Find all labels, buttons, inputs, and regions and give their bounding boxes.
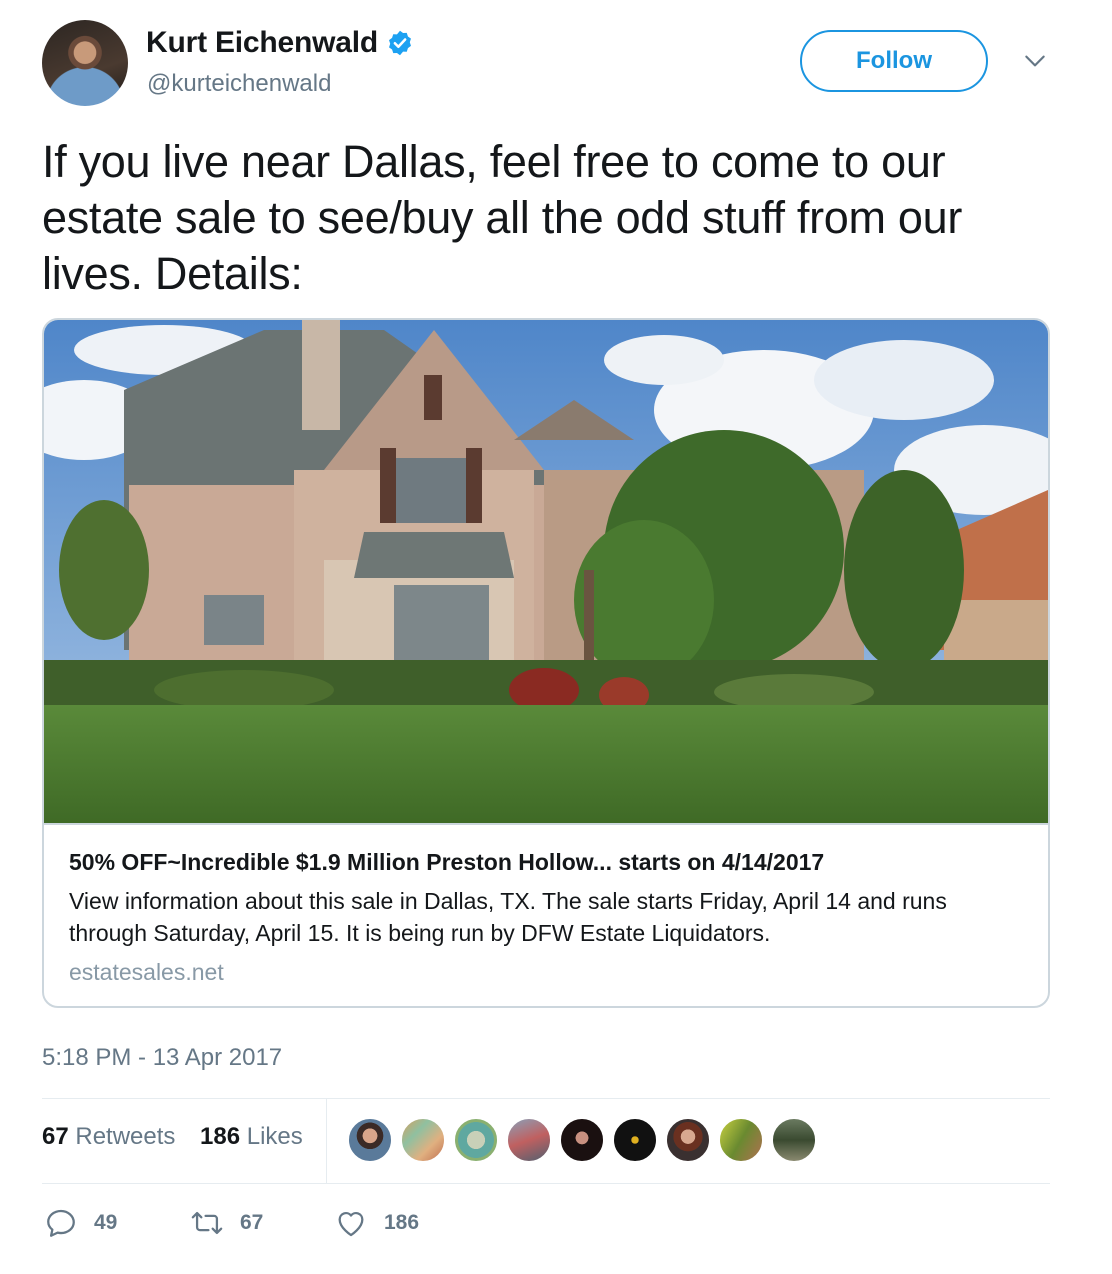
reply-action[interactable]: 49 <box>44 1206 117 1240</box>
author-display-name[interactable]: Kurt Eichenwald <box>146 26 378 60</box>
reply-icon <box>47 1209 75 1237</box>
reply-count: 49 <box>94 1211 118 1234</box>
tweet-text: If you live near Dallas, feel free to co… <box>42 136 963 299</box>
retweet-action[interactable]: 67 <box>190 1206 263 1240</box>
stats-divider <box>326 1099 327 1183</box>
link-card[interactable]: 50% OFF~Incredible $1.9 Million Preston … <box>42 318 1050 1008</box>
liker-avatar[interactable] <box>453 1117 499 1163</box>
card-title: 50% OFF~Incredible $1.9 Million Preston … <box>69 849 825 875</box>
like-action[interactable]: 186 <box>334 1206 419 1240</box>
liker-avatars <box>347 1117 824 1163</box>
heart-icon <box>338 1212 364 1237</box>
retweet-icon <box>191 1211 223 1235</box>
card-domain: estatesales.net <box>69 959 224 985</box>
retweet-count: 67 <box>240 1211 264 1234</box>
engagement-stats: 67 Retweets 186 Likes <box>42 1098 1050 1184</box>
author-avatar[interactable] <box>42 20 128 106</box>
tweet-actions: 49 67 186 <box>42 1200 642 1250</box>
follow-button[interactable]: Follow <box>800 30 988 92</box>
liker-avatar[interactable] <box>347 1117 393 1163</box>
retweets-stat-label: Retweets <box>75 1123 176 1150</box>
author-name-row[interactable]: Kurt Eichenwald <box>146 26 414 60</box>
liker-avatar[interactable] <box>400 1117 446 1163</box>
liker-avatar[interactable] <box>718 1117 764 1163</box>
likes-stat-label: Likes <box>246 1123 303 1150</box>
like-count: 186 <box>384 1211 420 1234</box>
card-body[interactable]: 50% OFF~Incredible $1.9 Million Preston … <box>44 823 1048 1006</box>
retweets-stat-count: 67 <box>42 1123 69 1150</box>
likes-stat-count: 186 <box>200 1123 241 1150</box>
liker-avatar[interactable] <box>665 1117 711 1163</box>
liker-avatar[interactable] <box>612 1117 658 1163</box>
author-handle[interactable]: @kurteichenwald <box>147 70 331 98</box>
tweet-header: Kurt Eichenwald @kurteichenwald Follow <box>42 20 1052 110</box>
liker-avatar[interactable] <box>559 1117 605 1163</box>
tweet-timestamp[interactable]: 5:18 PM - 13 Apr 2017 <box>42 1044 282 1072</box>
liker-avatar[interactable] <box>771 1117 817 1163</box>
card-description: View information about this sale in Dall… <box>69 888 947 946</box>
retweets-stat[interactable]: 67 Retweets <box>42 1123 175 1151</box>
chevron-down-icon[interactable] <box>1022 48 1048 74</box>
likes-stat[interactable]: 186 Likes <box>200 1123 303 1151</box>
card-image-house[interactable] <box>44 320 1048 823</box>
liker-avatar[interactable] <box>506 1117 552 1163</box>
verified-badge-icon <box>389 30 412 56</box>
